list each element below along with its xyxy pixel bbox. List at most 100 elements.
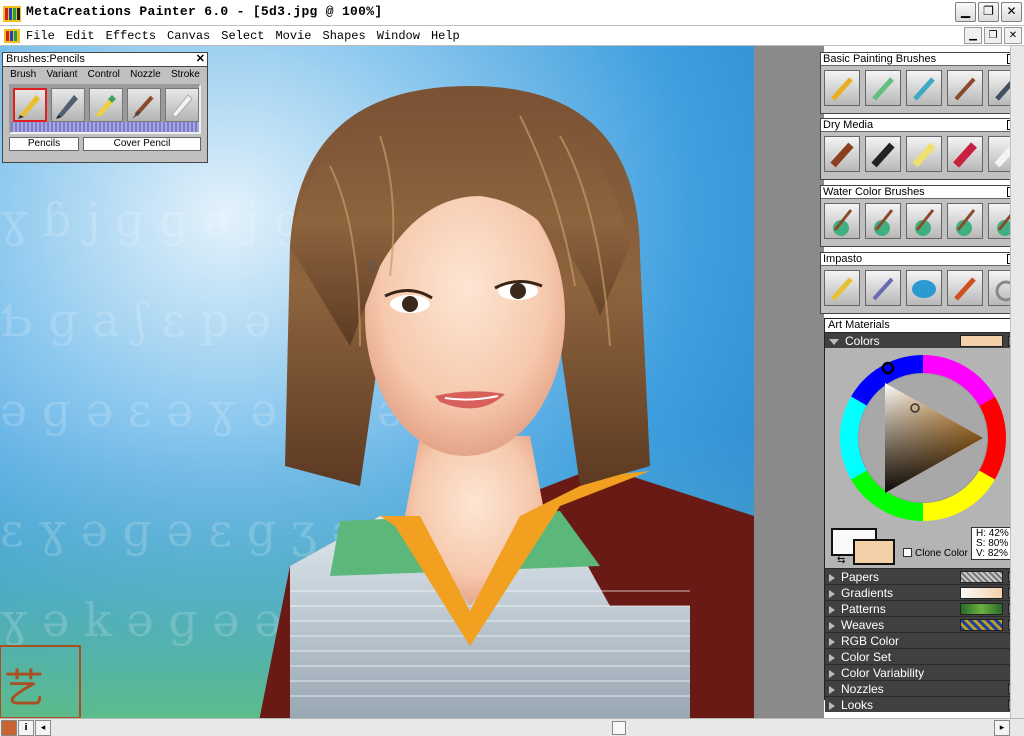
- window-title: MetaCreations Painter 6.0 - [5d3.jpg @ 1…: [26, 4, 383, 19]
- section-looks[interactable]: Looks: [825, 696, 1023, 712]
- menu-edit[interactable]: Edit: [66, 29, 95, 43]
- info-icon[interactable]: i: [18, 720, 34, 736]
- brushes-palette-titlebar[interactable]: Brushes:Pencils ✕: [3, 53, 207, 67]
- brushes-palette-close-icon[interactable]: ✕: [196, 53, 205, 66]
- brush-variant-select[interactable]: Cover Pencil: [83, 137, 201, 151]
- current-color-swatch: [960, 335, 1003, 347]
- color-wheel[interactable]: [825, 348, 1023, 528]
- menu-window[interactable]: Window: [377, 29, 420, 43]
- wc-brush-4-icon[interactable]: [947, 203, 983, 239]
- impasto-palette: Impasto: [820, 252, 1024, 314]
- menu-shapes[interactable]: Shapes: [323, 29, 366, 43]
- section-color-variability[interactable]: Color Variability: [825, 664, 1023, 680]
- menu-bar: File Edit Effects Canvas Select Movie Sh…: [0, 26, 1024, 46]
- doc-restore-button[interactable]: ❐: [984, 27, 1002, 44]
- dry-media-title: Dry Media: [823, 119, 874, 131]
- secondary-color-box[interactable]: [853, 539, 895, 565]
- brush-icon[interactable]: [947, 70, 983, 106]
- brushes-palette: Brushes:Pencils ✕ Brush Variant Control …: [2, 52, 208, 163]
- section-color-set[interactable]: Color Set: [825, 648, 1023, 664]
- collapsed-triangle-icon: [829, 605, 835, 614]
- title-bar: MetaCreations Painter 6.0 - [5d3.jpg @ 1…: [0, 0, 1024, 26]
- colors-section-header[interactable]: Colors: [825, 332, 1023, 348]
- minimize-button[interactable]: ▁: [955, 2, 976, 22]
- airbrush-icon[interactable]: [865, 70, 901, 106]
- menu-help[interactable]: Help: [431, 29, 460, 43]
- crayon-icon[interactable]: [947, 136, 983, 172]
- chalk-icon[interactable]: [906, 70, 942, 106]
- brush-tray-drawer[interactable]: [11, 122, 199, 132]
- horizontal-scrollbar[interactable]: i ◂ ▸: [0, 718, 1024, 736]
- section-rgb-color[interactable]: RGB Color: [825, 632, 1023, 648]
- collapsed-triangle-icon: [829, 637, 835, 646]
- basic-painting-brushes-palette: Basic Painting Brushes: [820, 52, 1024, 114]
- brush-category-select[interactable]: Pencils: [9, 137, 79, 151]
- conte-icon[interactable]: [824, 136, 860, 172]
- menu-select[interactable]: Select: [221, 29, 264, 43]
- section-weaves[interactable]: Weaves: [825, 616, 1023, 632]
- tab-nozzle[interactable]: Nozzle: [130, 67, 161, 82]
- menu-effects[interactable]: Effects: [106, 29, 156, 43]
- collapsed-triangle-icon: [829, 573, 835, 582]
- pen-brush-icon[interactable]: [51, 88, 85, 122]
- pencil-icon[interactable]: [824, 70, 860, 106]
- pastel-icon[interactable]: [906, 136, 942, 172]
- horizontal-scroll-thumb[interactable]: [612, 721, 626, 735]
- pencil-brush-icon[interactable]: [13, 88, 47, 122]
- menu-file[interactable]: File: [26, 29, 55, 43]
- colors-panel: ⇆ Clone Color H: 42% S: 80% V: 82%: [825, 348, 1023, 568]
- collapsed-triangle-icon: [829, 685, 835, 694]
- art-materials-palette: Art Materials✕ Colors: [824, 318, 1024, 712]
- paper-texture-swatch: [960, 571, 1003, 583]
- svg-text:ɣ ǝ k ǝ ɡ ǝ ǝ: ɣ ǝ k ǝ ɡ ǝ ǝ: [0, 593, 282, 647]
- color-variability-label: Color Variability: [841, 666, 925, 680]
- chalk-brush-icon[interactable]: [89, 88, 123, 122]
- drawing-mode-icon[interactable]: [1, 720, 17, 736]
- menu-movie[interactable]: Movie: [275, 29, 311, 43]
- doc-close-button[interactable]: ✕: [1004, 27, 1022, 44]
- rgb-color-label: RGB Color: [841, 634, 900, 648]
- tab-variant[interactable]: Variant: [46, 67, 77, 82]
- tab-control[interactable]: Control: [88, 67, 120, 82]
- painter-app-icon[interactable]: [3, 4, 21, 22]
- collapsed-triangle-icon: [829, 669, 835, 678]
- section-papers[interactable]: Papers: [825, 568, 1023, 584]
- restore-button[interactable]: ❐: [978, 2, 999, 22]
- section-gradients[interactable]: Gradients: [825, 584, 1023, 600]
- section-patterns[interactable]: Patterns: [825, 600, 1023, 616]
- wc-brush-3-icon[interactable]: [906, 203, 942, 239]
- tab-brush[interactable]: Brush: [10, 67, 36, 82]
- water-color-brushes-palette: Water Color Brushes: [820, 185, 1024, 247]
- patterns-label: Patterns: [841, 602, 886, 616]
- collapsed-triangle-icon: [829, 589, 835, 598]
- clone-color-label: Clone Color: [915, 548, 968, 559]
- section-nozzles[interactable]: Nozzles: [825, 680, 1023, 696]
- checkbox-icon: [903, 548, 912, 557]
- weave-swatch: [960, 619, 1003, 631]
- art-materials-title: Art Materials: [828, 319, 890, 331]
- document-icon[interactable]: [4, 28, 20, 44]
- eraser-brush-icon[interactable]: [165, 88, 199, 122]
- paint-brush-icon[interactable]: [127, 88, 161, 122]
- clone-color-checkbox[interactable]: Clone Color: [903, 548, 968, 559]
- impasto-paint-icon[interactable]: [906, 270, 942, 306]
- svg-text:艺: 艺: [4, 666, 44, 712]
- charcoal-icon[interactable]: [865, 136, 901, 172]
- close-button[interactable]: ✕: [1001, 2, 1022, 22]
- weaves-label: Weaves: [841, 618, 885, 632]
- tab-stroke[interactable]: Stroke: [171, 67, 200, 82]
- scroll-left-button[interactable]: ◂: [35, 720, 51, 736]
- scroll-right-button[interactable]: ▸: [994, 720, 1010, 736]
- palette-knife-icon[interactable]: [865, 270, 901, 306]
- menu-canvas[interactable]: Canvas: [167, 29, 210, 43]
- vertical-scrollbar[interactable]: [1010, 46, 1024, 718]
- doc-minimize-button[interactable]: ▁: [964, 27, 982, 44]
- impasto-brush-icon[interactable]: [824, 270, 860, 306]
- dry-media-palette: Dry Media: [820, 118, 1024, 180]
- swap-colors-icon[interactable]: ⇆: [837, 555, 845, 566]
- impasto-drip-icon[interactable]: [947, 270, 983, 306]
- wc-brush-2-icon[interactable]: [865, 203, 901, 239]
- looks-label: Looks: [841, 698, 874, 712]
- wc-brush-1-icon[interactable]: [824, 203, 860, 239]
- water-color-brushes-title: Water Color Brushes: [823, 186, 925, 198]
